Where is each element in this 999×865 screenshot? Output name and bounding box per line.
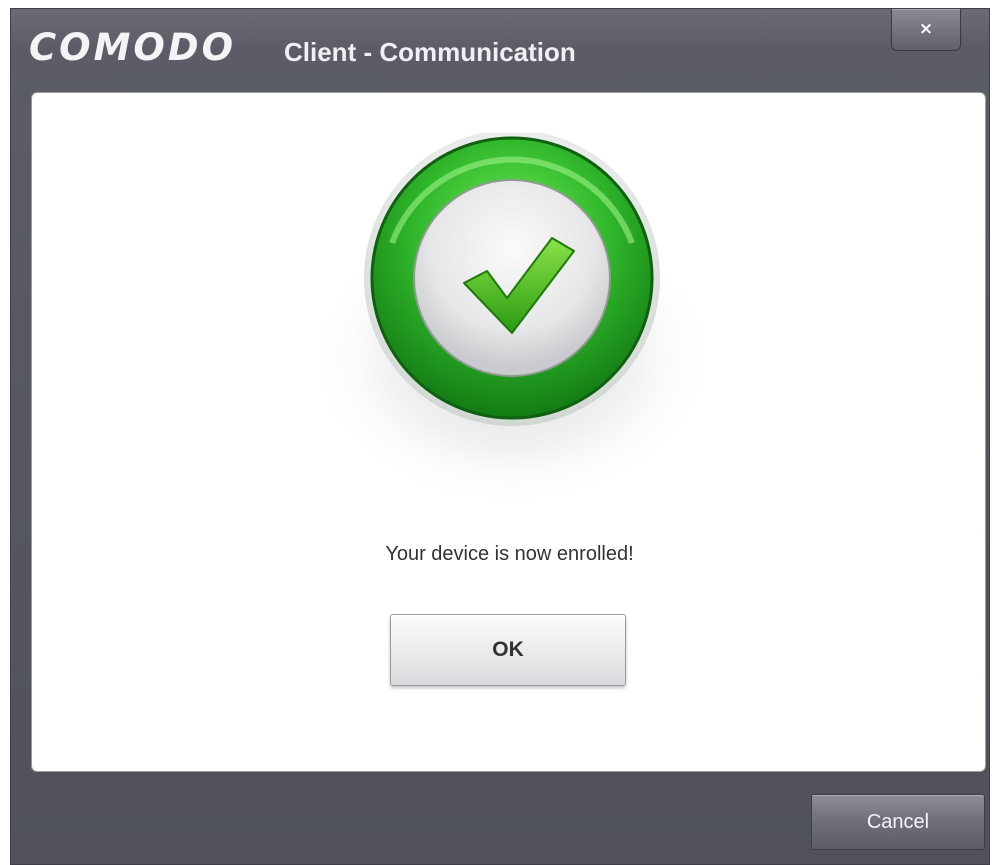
check-icon bbox=[307, 133, 717, 508]
close-button[interactable]: × bbox=[891, 9, 961, 51]
status-message: Your device is now enrolled! bbox=[385, 543, 634, 565]
title-bar[interactable]: COMODO Client - Communication × bbox=[11, 9, 989, 91]
success-badge bbox=[302, 133, 722, 513]
close-icon: × bbox=[918, 19, 934, 39]
comodo-logo: COMODO bbox=[29, 26, 237, 69]
window-title: Client - Communication bbox=[284, 37, 576, 67]
ok-button[interactable]: OK bbox=[390, 614, 626, 686]
content-panel: Your device is now enrolled! OK bbox=[31, 92, 986, 772]
cancel-button[interactable]: Cancel bbox=[811, 794, 985, 850]
dialog-window: COMODO Client - Communication × Your dev… bbox=[10, 8, 990, 865]
